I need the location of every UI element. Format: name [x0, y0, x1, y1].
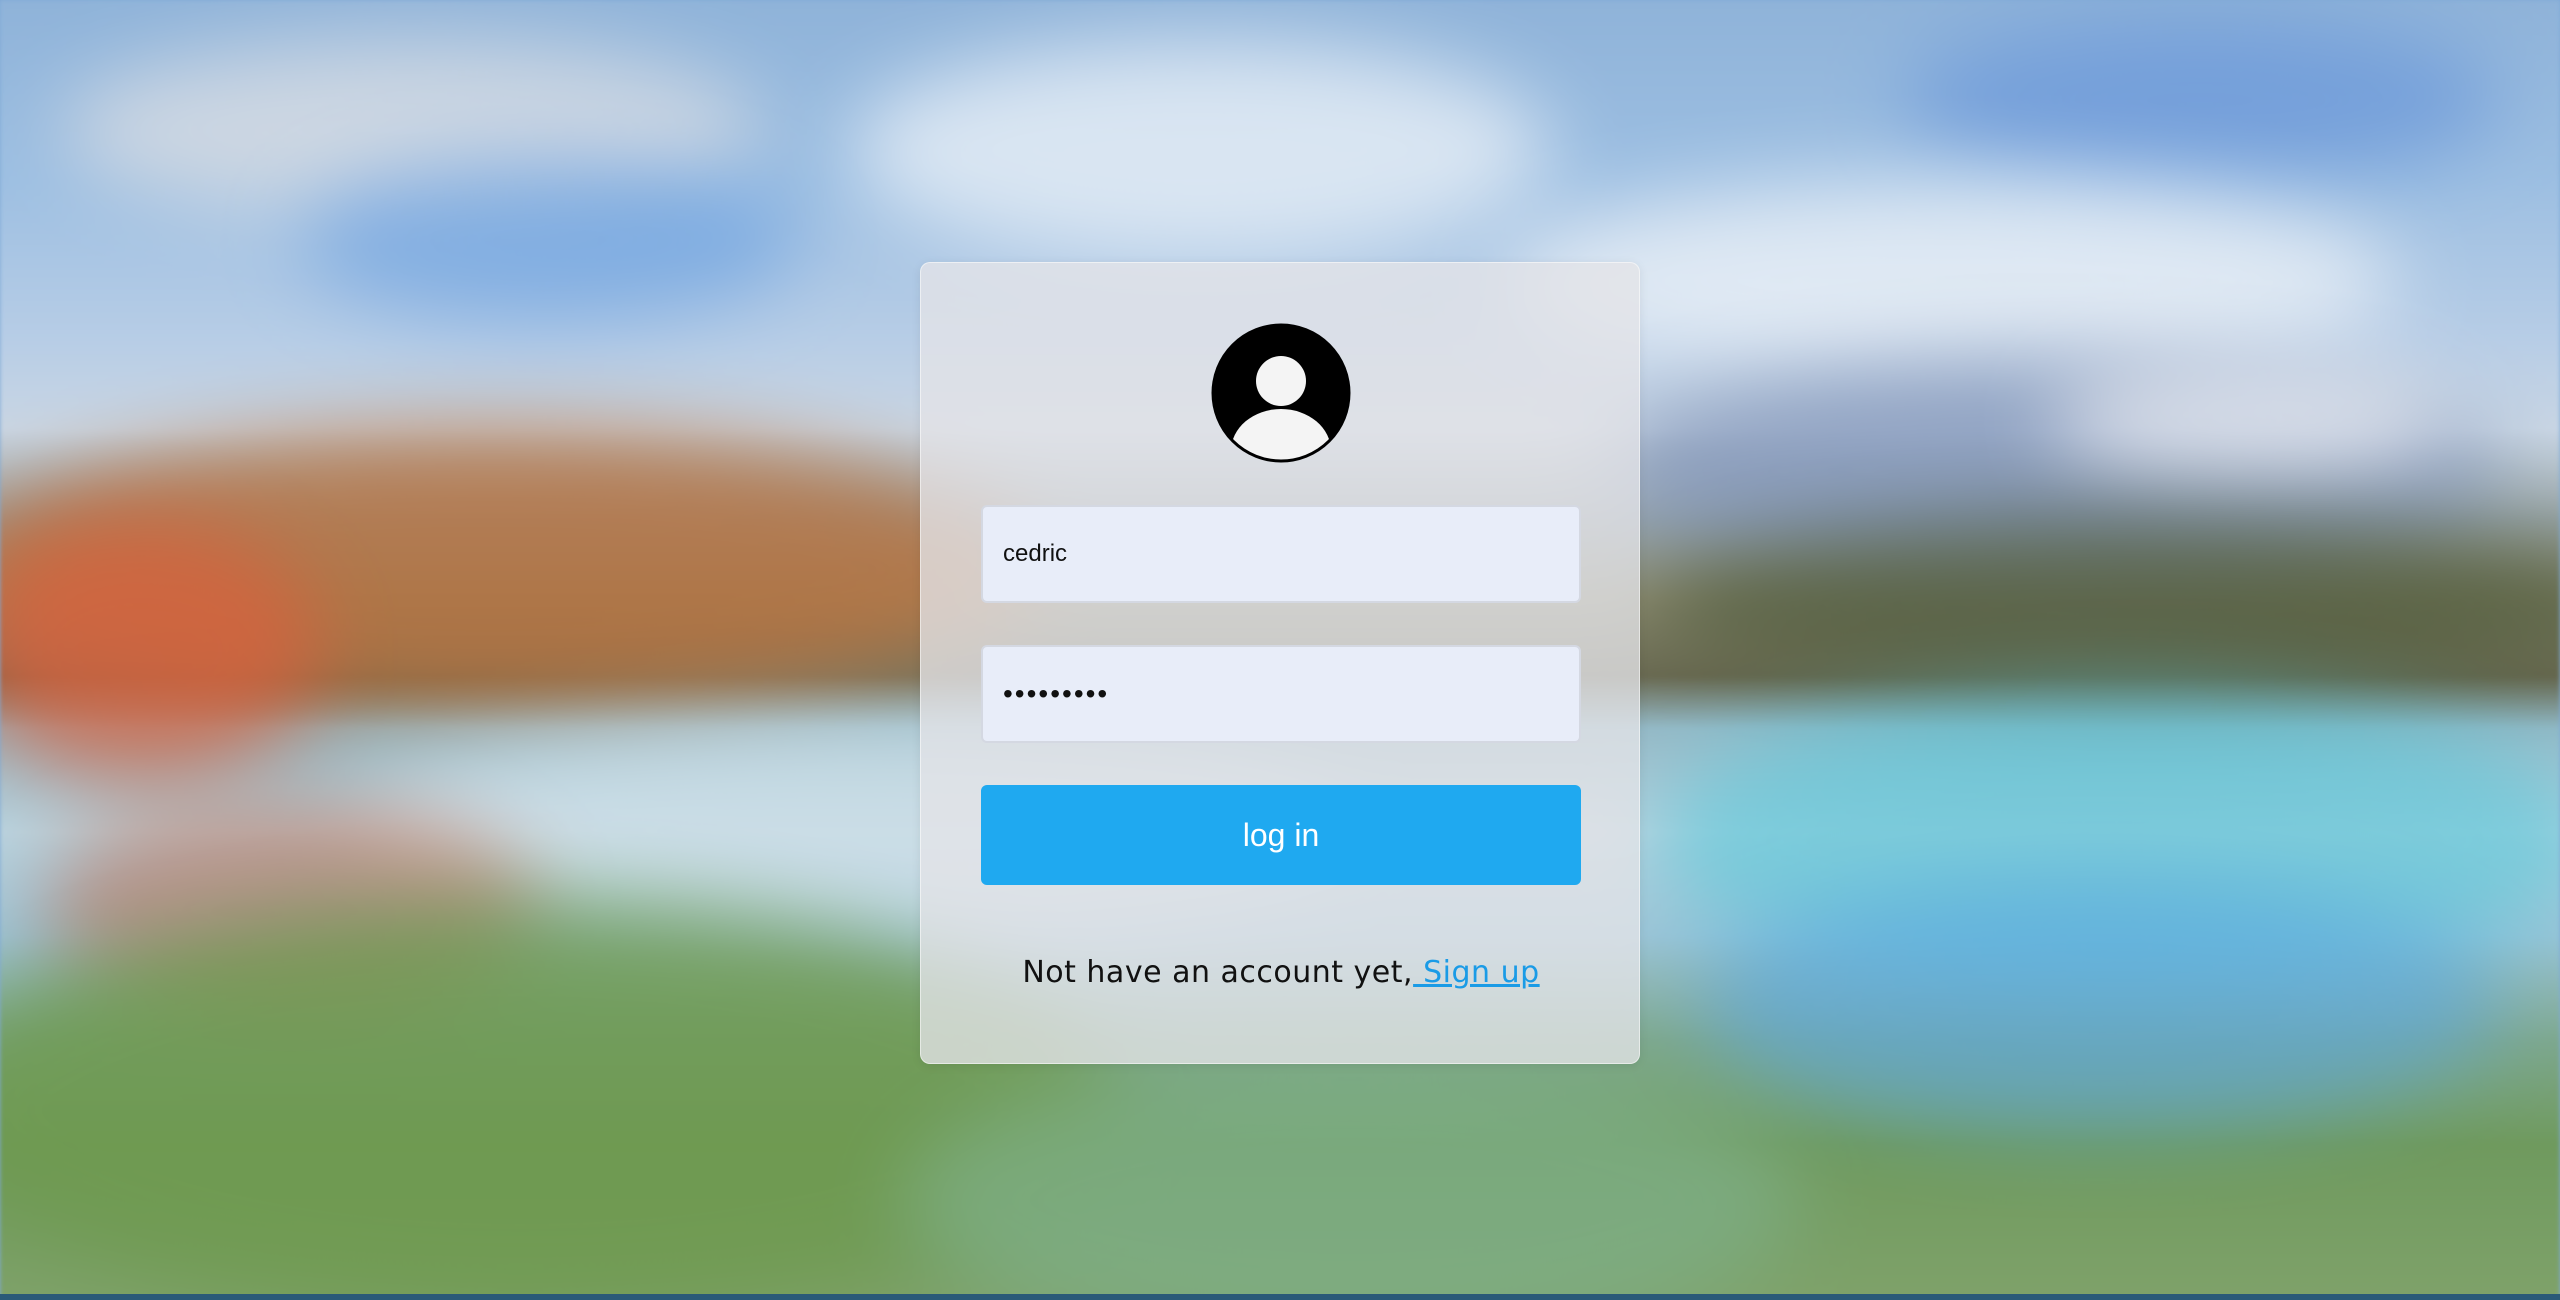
login-card: log in Not have an account yet, Sign up [920, 262, 1640, 1064]
signup-prompt: Not have an account yet, Sign up [921, 955, 1641, 990]
window-bottom-edge [0, 1294, 2560, 1300]
signup-link[interactable]: Sign up [1413, 955, 1540, 990]
login-button[interactable]: log in [981, 785, 1581, 885]
password-input[interactable] [981, 645, 1581, 743]
signup-prompt-text: Not have an account yet, [1022, 955, 1414, 990]
user-avatar-icon [1211, 323, 1351, 463]
username-input[interactable] [981, 505, 1581, 603]
